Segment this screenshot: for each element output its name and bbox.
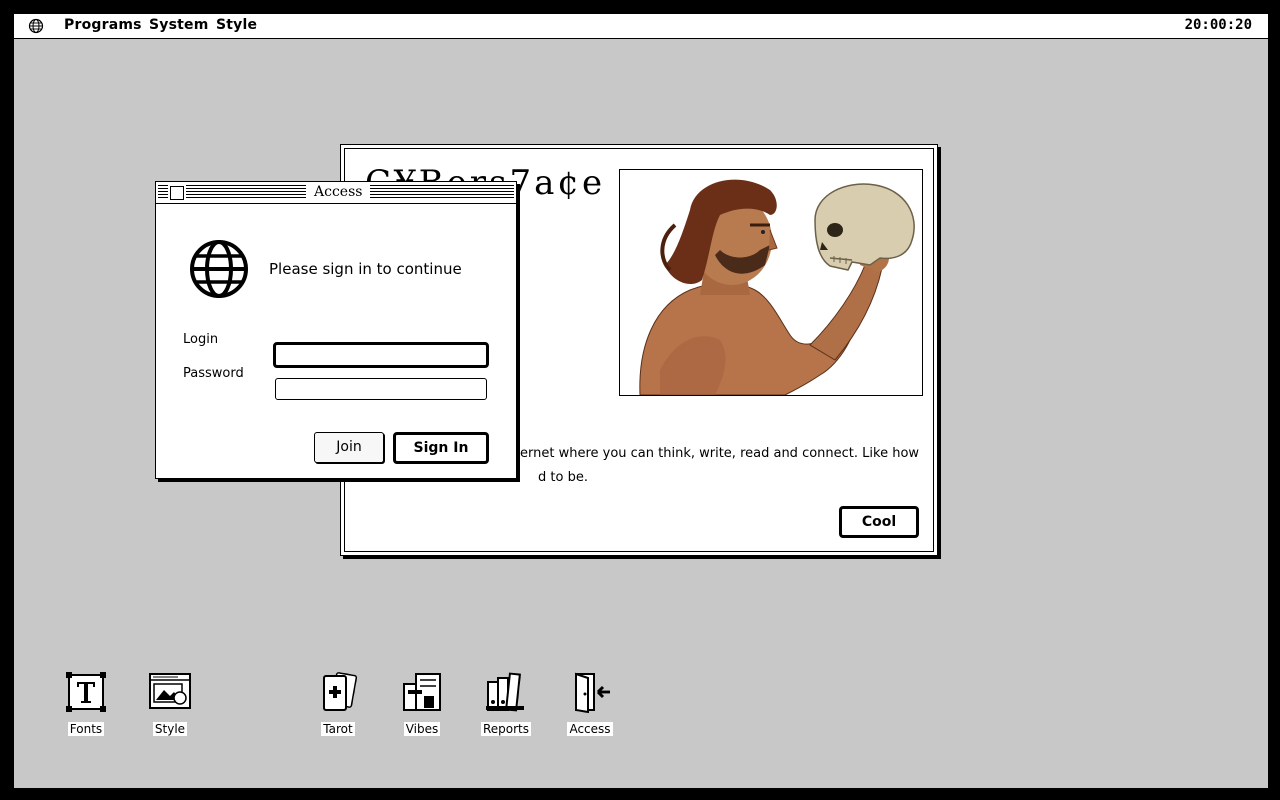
desktop-icon-reports[interactable]: Reports — [466, 670, 546, 737]
join-button[interactable]: Join — [314, 432, 384, 463]
desktop-icon-vibes[interactable]: Vibes — [382, 670, 462, 737]
desktop-icon-access[interactable]: Access — [550, 670, 630, 737]
menu-clock: 20:00:20 — [1184, 17, 1252, 33]
desktop-icon-tarot[interactable]: Tarot — [298, 670, 378, 737]
menu-bar: Programs System Style 20:00:20 — [14, 14, 1268, 39]
sign-in-prompt: Please sign in to continue — [269, 260, 462, 278]
fonts-icon — [66, 672, 106, 712]
desktop-icon-label: Tarot — [321, 722, 355, 736]
close-box[interactable] — [170, 186, 184, 200]
menu-system[interactable]: System — [149, 17, 209, 33]
reports-icon — [486, 672, 524, 712]
desktop-icon-label: Access — [567, 722, 613, 736]
menu-style[interactable]: Style — [216, 17, 257, 33]
style-icon — [149, 673, 191, 709]
desktop-icon-label: Fonts — [67, 722, 105, 736]
access-window-title: Access — [306, 184, 371, 200]
login-field[interactable] — [273, 342, 489, 368]
cool-button[interactable]: Cool — [839, 506, 919, 538]
access-icon — [575, 672, 610, 714]
desktop-icon-style[interactable]: Style — [130, 670, 210, 737]
login-label: Login — [183, 332, 219, 347]
sign-in-button[interactable]: Sign In — [393, 432, 489, 464]
tarot-icon — [323, 672, 358, 711]
password-field[interactable] — [275, 378, 487, 400]
menu-programs[interactable]: Programs — [64, 17, 142, 33]
desktop-icon-label: Vibes — [403, 722, 441, 736]
caveman-illustration — [620, 170, 922, 395]
vibes-icon — [403, 673, 441, 711]
password-label: Password — [183, 366, 244, 381]
desktop-icon-fonts[interactable]: Fonts — [46, 670, 126, 737]
globe-icon[interactable] — [28, 18, 44, 34]
desktop: Programs System Style 20:00:20 C¥Bers7a¢… — [14, 14, 1268, 788]
desktop-icon-label: Reports — [480, 722, 532, 736]
access-window[interactable]: Access Please sign in to continue Login … — [155, 181, 517, 479]
desktop-icon-label: Style — [152, 722, 188, 736]
globe-icon — [190, 240, 248, 298]
caveman-skull-image — [619, 169, 923, 396]
